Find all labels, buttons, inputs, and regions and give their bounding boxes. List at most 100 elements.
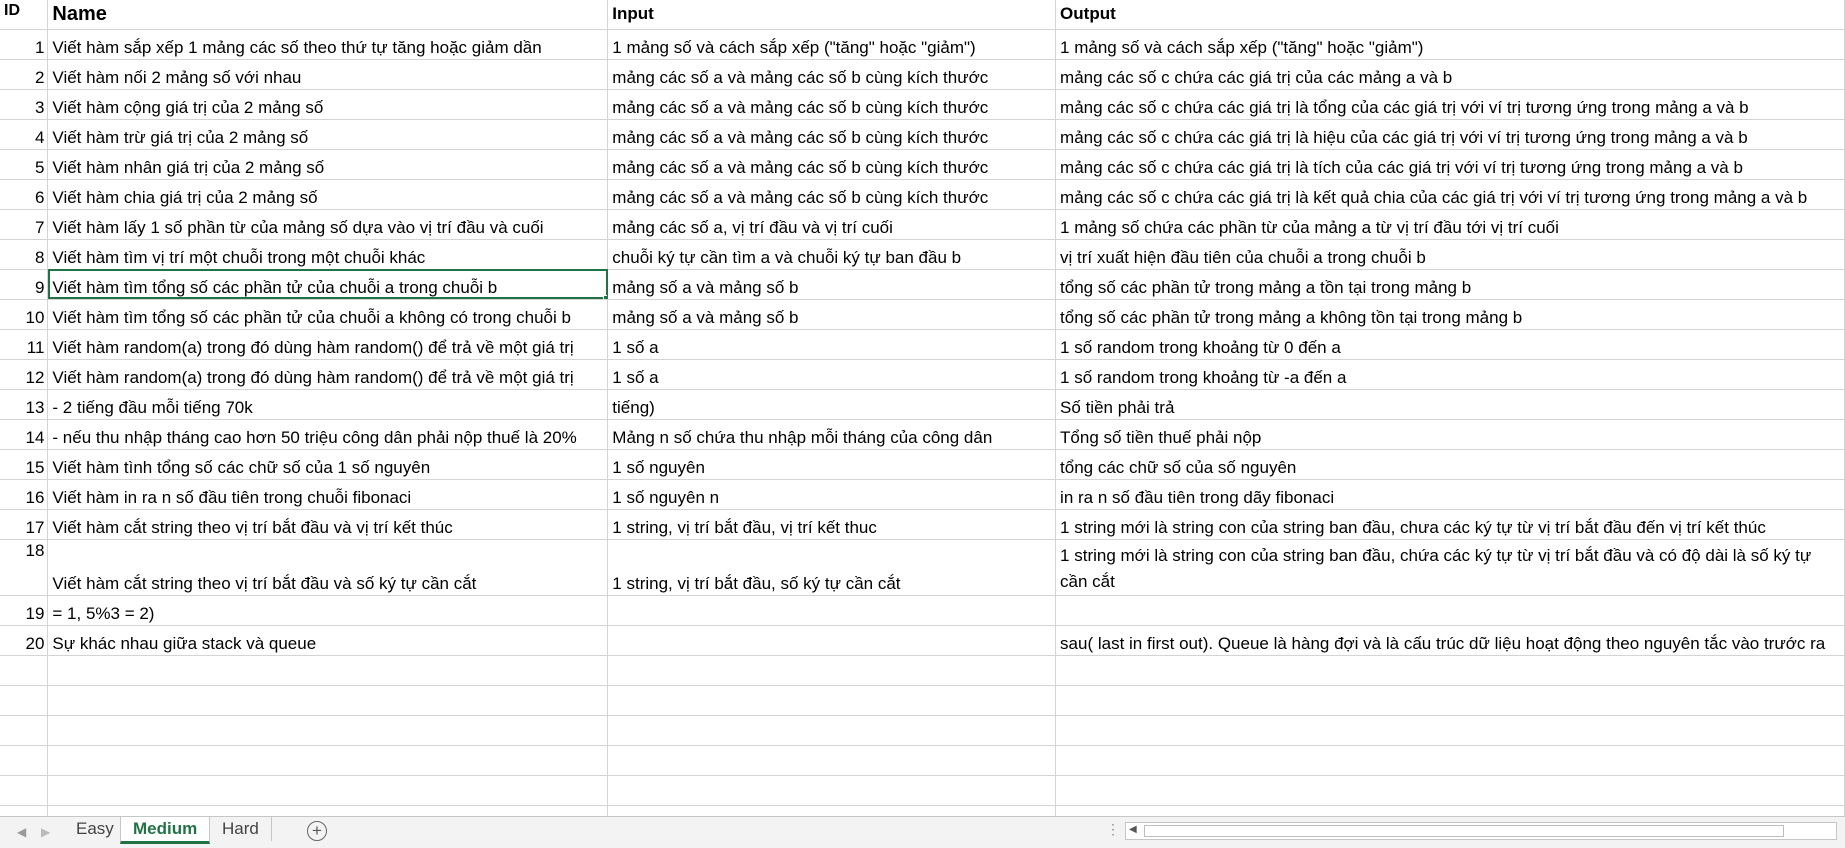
cell-id[interactable]: 1 xyxy=(0,29,49,60)
empty-cell[interactable] xyxy=(0,745,49,776)
cell-output[interactable]: tổng số các phần tử trong mảng a tồn tại… xyxy=(1055,269,1845,300)
cell-input[interactable] xyxy=(607,625,1057,656)
cell-name[interactable]: Viết hàm cắt string theo vị trí bắt đầu … xyxy=(47,539,609,596)
cell-input[interactable]: 1 string, vị trí bắt đầu, vị trí kết thu… xyxy=(607,509,1057,540)
empty-cell[interactable] xyxy=(0,775,49,806)
empty-cell[interactable] xyxy=(607,745,1057,776)
cell-output[interactable]: 1 số random trong khoảng từ 0 đến a xyxy=(1055,329,1845,360)
cell-id[interactable]: 15 xyxy=(0,449,49,480)
cell-input[interactable]: mảng các số a và mảng các số b cùng kích… xyxy=(607,179,1057,210)
cell-input[interactable]: 1 số nguyên n xyxy=(607,479,1057,510)
empty-cell[interactable] xyxy=(47,685,609,716)
cell-output[interactable]: mảng các số c chứa các giá trị là hiệu c… xyxy=(1055,119,1845,150)
tab-easy[interactable]: Easy xyxy=(64,817,127,841)
cell-name[interactable]: Viết hàm in ra n số đầu tiên trong chuỗi… xyxy=(47,479,609,510)
cell-name[interactable]: Viết hàm tìm tổng số các phần tử của chu… xyxy=(47,299,609,330)
cell-output[interactable]: sau( last in first out). Queue là hàng đ… xyxy=(1055,625,1845,656)
empty-cell[interactable] xyxy=(1055,775,1845,806)
cell-output[interactable]: mảng các số c chứa các giá trị của các m… xyxy=(1055,59,1845,90)
cell-id[interactable]: 4 xyxy=(0,119,49,150)
cell-output[interactable]: 1 string mới là string con của string ba… xyxy=(1055,509,1845,540)
cell-output[interactable]: 1 mảng số và cách sắp xếp ("tăng" hoặc "… xyxy=(1055,29,1845,60)
empty-cell[interactable] xyxy=(1055,805,1845,816)
plus-circle-icon[interactable]: + xyxy=(307,821,327,841)
cell-id[interactable]: 8 xyxy=(0,239,49,270)
empty-cell[interactable] xyxy=(607,715,1057,746)
cell-output[interactable]: tổng số các phần tử trong mảng a không t… xyxy=(1055,299,1845,330)
cell-output[interactable]: 1 số random trong khoảng từ -a đến a xyxy=(1055,359,1845,390)
cell-name[interactable]: - nếu thu nhập tháng cao hơn 50 triệu cô… xyxy=(47,419,609,450)
fill-handle[interactable] xyxy=(603,294,607,298)
cell-input[interactable]: mảng các số a và mảng các số b cùng kích… xyxy=(607,89,1057,120)
cell-name[interactable]: Viết hàm tình tổng số các chữ số của 1 s… xyxy=(47,449,609,480)
empty-cell[interactable] xyxy=(0,655,49,686)
cell-name[interactable]: Viết hàm chia giá trị của 2 mảng số xyxy=(47,179,609,210)
cell-input[interactable]: 1 số a xyxy=(607,359,1057,390)
cell-name[interactable]: = 1, 5%3 = 2) xyxy=(47,595,609,626)
cell-name[interactable]: Sự khác nhau giữa stack và queue xyxy=(47,625,609,656)
cell-name[interactable]: Viết hàm nối 2 mảng số với nhau xyxy=(47,59,609,90)
header-output[interactable]: Output xyxy=(1055,0,1845,30)
empty-cell[interactable] xyxy=(607,685,1057,716)
cell-name[interactable]: Viết hàm tìm tổng số các phần tử của chu… xyxy=(47,269,609,300)
header-id[interactable]: ID xyxy=(0,0,49,30)
cell-output[interactable]: mảng các số c chứa các giá trị là tổng c… xyxy=(1055,89,1845,120)
cell-input[interactable]: 1 số a xyxy=(607,329,1057,360)
cell-output[interactable]: mảng các số c chứa các giá trị là kết qu… xyxy=(1055,179,1845,210)
empty-cell[interactable] xyxy=(1055,745,1845,776)
empty-cell[interactable] xyxy=(607,655,1057,686)
cell-name[interactable]: Viết hàm random(a) trong đó dùng hàm ran… xyxy=(47,359,609,390)
cell-id[interactable]: 17 xyxy=(0,509,49,540)
cell-name[interactable]: Viết hàm nhân giá trị của 2 mảng số xyxy=(47,149,609,180)
cell-input[interactable]: 1 số nguyên xyxy=(607,449,1057,480)
empty-cell[interactable] xyxy=(0,715,49,746)
cell-name[interactable]: Viết hàm cộng giá trị của 2 mảng số xyxy=(47,89,609,120)
cell-output[interactable]: in ra n số đầu tiên trong dãy fibonaci xyxy=(1055,479,1845,510)
cell-output[interactable]: vị trí xuất hiện đầu tiên của chuỗi a tr… xyxy=(1055,239,1845,270)
cell-input[interactable]: mảng số a và mảng số b xyxy=(607,269,1057,300)
cell-id[interactable]: 12 xyxy=(0,359,49,390)
cell-input[interactable]: 1 string, vị trí bắt đầu, số ký tự cần c… xyxy=(607,539,1057,596)
more-dots-icon[interactable]: ⋮ xyxy=(1106,821,1120,838)
empty-cell[interactable] xyxy=(47,745,609,776)
cell-input[interactable] xyxy=(607,595,1057,626)
cell-id[interactable]: 20 xyxy=(0,625,49,656)
cell-id[interactable]: 2 xyxy=(0,59,49,90)
cell-name[interactable]: - 2 tiếng đầu mỗi tiếng 70k xyxy=(47,389,609,420)
empty-cell[interactable] xyxy=(47,775,609,806)
cell-input[interactable]: mảng các số a, vị trí đầu và vị trí cuối xyxy=(607,209,1057,240)
cell-input[interactable]: mảng các số a và mảng các số b cùng kích… xyxy=(607,149,1057,180)
cell-input[interactable]: 1 mảng số và cách sắp xếp ("tăng" hoặc "… xyxy=(607,29,1057,60)
empty-cell[interactable] xyxy=(607,805,1057,816)
empty-cell[interactable] xyxy=(47,715,609,746)
empty-cell[interactable] xyxy=(47,655,609,686)
cell-name[interactable]: Viết hàm cắt string theo vị trí bắt đầu … xyxy=(47,509,609,540)
empty-cell[interactable] xyxy=(1055,685,1845,716)
cell-input[interactable]: mảng số a và mảng số b xyxy=(607,299,1057,330)
cell-output[interactable]: 1 string mới là string con của string ba… xyxy=(1055,539,1845,596)
cell-name[interactable]: Viết hàm sắp xếp 1 mảng các số theo thứ … xyxy=(47,29,609,60)
header-name[interactable]: Name xyxy=(47,0,609,30)
cell-name[interactable]: Viết hàm tìm vị trí một chuỗi trong một … xyxy=(47,239,609,270)
cell-id[interactable]: 19 xyxy=(0,595,49,626)
empty-cell[interactable] xyxy=(1055,655,1845,686)
cell-id[interactable]: 16 xyxy=(0,479,49,510)
cell-id[interactable]: 7 xyxy=(0,209,49,240)
cell-output[interactable] xyxy=(1055,595,1845,626)
empty-cell[interactable] xyxy=(0,685,49,716)
cell-input[interactable]: mảng các số a và mảng các số b cùng kích… xyxy=(607,119,1057,150)
cell-id[interactable]: 9 xyxy=(0,269,49,300)
cell-input[interactable]: tiếng) xyxy=(607,389,1057,420)
cell-input[interactable]: mảng các số a và mảng các số b cùng kích… xyxy=(607,59,1057,90)
next-sheet-arrow-icon[interactable]: ▶ xyxy=(41,825,50,839)
cell-input[interactable]: Mảng n số chứa thu nhập mỗi tháng của cô… xyxy=(607,419,1057,450)
cell-input[interactable]: chuỗi ký tự cần tìm a và chuỗi ký tự ban… xyxy=(607,239,1057,270)
tab-medium[interactable]: Medium xyxy=(120,817,211,844)
tab-hard[interactable]: Hard xyxy=(210,817,272,841)
cell-output[interactable]: Tổng số tiền thuế phải nộp xyxy=(1055,419,1845,450)
cell-name[interactable]: Viết hàm trừ giá trị của 2 mảng số xyxy=(47,119,609,150)
header-input[interactable]: Input xyxy=(607,0,1057,30)
cell-output[interactable]: mảng các số c chứa các giá trị là tích c… xyxy=(1055,149,1845,180)
cell-id[interactable]: 10 xyxy=(0,299,49,330)
empty-cell[interactable] xyxy=(0,805,49,816)
